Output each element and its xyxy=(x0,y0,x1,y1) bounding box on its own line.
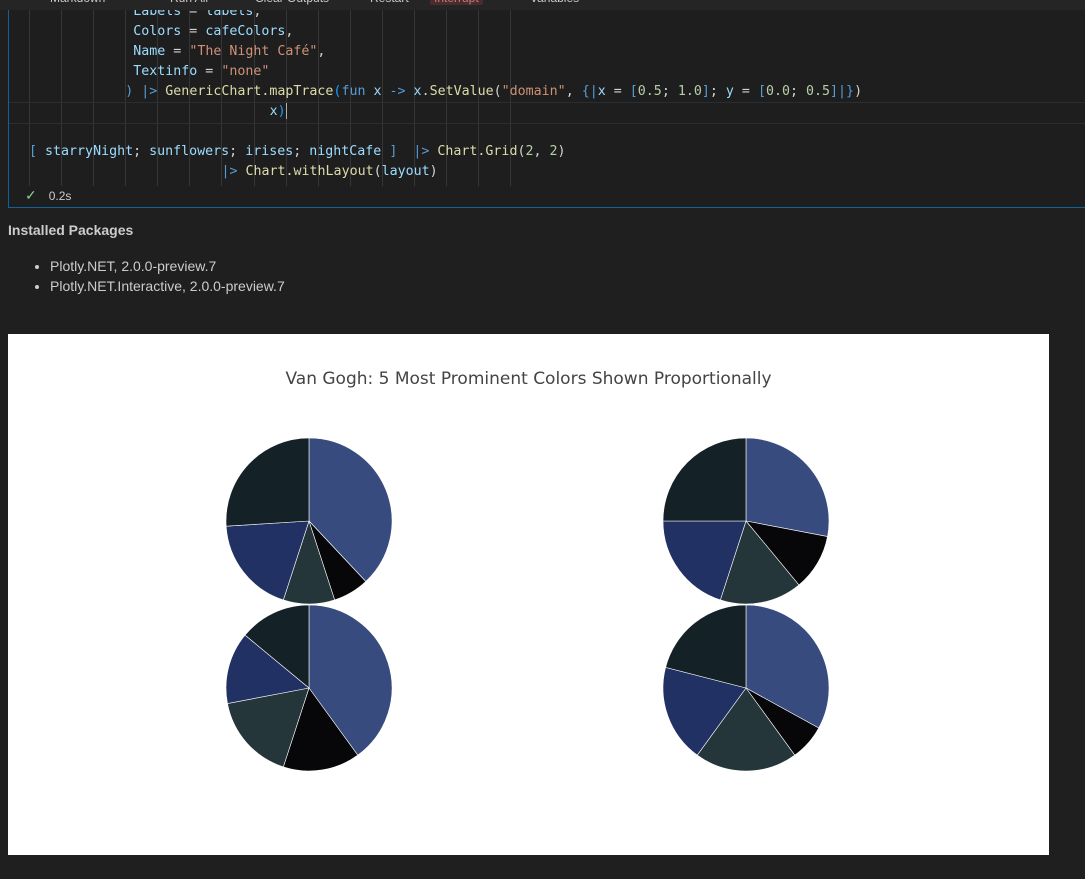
code-line[interactable]: x) xyxy=(270,102,287,122)
package-item: Plotly.NET.Interactive, 2.0.0-preview.7 xyxy=(50,276,285,296)
pie-bottom-left[interactable] xyxy=(225,604,393,772)
toolbar-variables-button[interactable]: Variables xyxy=(530,0,579,5)
package-list: Plotly.NET, 2.0.0-preview.7 Plotly.NET.I… xyxy=(30,256,285,296)
notebook-toolbar: Markdown Run All Clear Outputs Restart Inter… xyxy=(0,0,1085,10)
pie-slice[interactable] xyxy=(745,437,830,537)
code-line[interactable]: Name = "The Night Café", xyxy=(133,42,325,62)
code-line[interactable]: ) |> GenericChart.mapTrace(fun x -> x.Se… xyxy=(125,82,862,102)
code-editor[interactable]: Labels = labels, Colors = cafeColors, Name… xyxy=(9,10,1085,186)
installed-packages-heading: Installed Packages xyxy=(8,222,134,238)
toolbar-restart-button[interactable]: Restart xyxy=(370,0,409,5)
code-cell[interactable]: Labels = labels, Colors = cafeColors, Name… xyxy=(8,10,1085,208)
execution-duration: 0.2s xyxy=(48,189,72,203)
code-line[interactable]: [ starryNight; sunflowers; irises; night… xyxy=(29,142,566,162)
code-line[interactable]: |> Chart.withLayout(layout) xyxy=(221,162,437,182)
text-cursor xyxy=(285,103,287,119)
plotly-chart-output[interactable]: Van Gogh: 5 Most Prominent Colors Shown … xyxy=(8,334,1049,855)
cell-execution-status: ✓ 0.2s xyxy=(25,187,71,205)
code-line[interactable]: Labels = labels, xyxy=(133,10,261,22)
toolbar-markdown-button[interactable]: Markdown xyxy=(50,0,105,5)
pie-slice[interactable] xyxy=(662,437,747,522)
code-line[interactable]: Textinfo = "none" xyxy=(133,62,269,82)
pie-bottom-right[interactable] xyxy=(662,604,830,772)
pie-grid[interactable] xyxy=(8,334,1049,855)
pie-top-right[interactable] xyxy=(662,437,830,605)
code-line[interactable]: Colors = cafeColors, xyxy=(133,22,293,42)
toolbar-clear-outputs-button[interactable]: Clear Outputs xyxy=(255,0,329,5)
current-line-highlight xyxy=(9,102,1085,124)
package-item: Plotly.NET, 2.0.0-preview.7 xyxy=(50,256,285,276)
toolbar-interrupt-button[interactable]: Interrupt xyxy=(430,0,483,5)
toolbar-run-all-button[interactable]: Run All xyxy=(170,0,208,5)
pie-slice[interactable] xyxy=(225,437,310,527)
pie-top-left[interactable] xyxy=(225,437,393,605)
success-check-icon: ✓ xyxy=(25,187,37,203)
